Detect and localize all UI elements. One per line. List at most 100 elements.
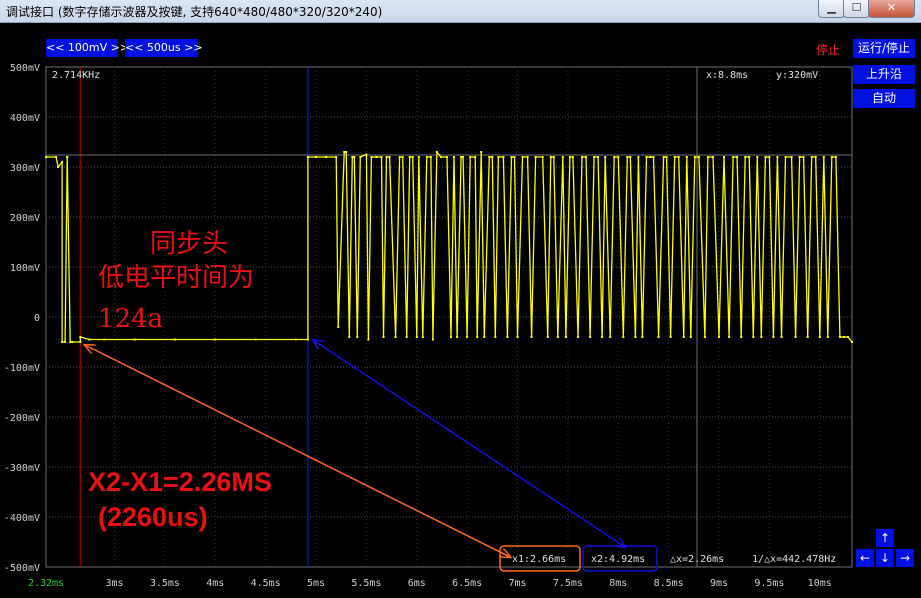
trace-point xyxy=(462,156,465,158)
trace-point xyxy=(439,156,442,158)
trace-point xyxy=(385,156,388,158)
trace-point xyxy=(814,156,817,158)
trace-point xyxy=(79,336,82,338)
trace-point xyxy=(847,336,849,338)
scope-screen[interactable]: 500mV 400mV 300mV 200mV 100mV 0 -100mV -200mV -3… xyxy=(0,23,921,598)
trace-point xyxy=(549,156,552,158)
trace-point xyxy=(657,336,660,338)
maximize-button[interactable]: ☐ xyxy=(843,0,870,18)
y-tick-label: 200mV xyxy=(10,213,40,224)
trace-point xyxy=(802,156,805,158)
trace-point xyxy=(476,336,479,338)
trace-point xyxy=(768,156,771,158)
trace-point xyxy=(776,156,779,158)
annotation-delta-us: (2260us) xyxy=(98,502,208,532)
trace-point xyxy=(784,156,787,158)
trace-point xyxy=(790,156,793,158)
delta-x-readout: △x=2.26ms xyxy=(670,554,724,565)
y-tick-label: 500mV xyxy=(10,63,40,74)
trace-point xyxy=(806,336,809,338)
trace-point xyxy=(64,341,67,343)
x-tick-label: 8.5ms xyxy=(654,578,684,589)
trace-point xyxy=(71,341,74,343)
trace-point xyxy=(343,151,346,153)
trace-point xyxy=(45,156,47,158)
trace-point xyxy=(294,338,297,341)
trace-point xyxy=(306,156,309,158)
trace-point xyxy=(830,156,833,158)
trace-point xyxy=(488,156,491,158)
trace-point xyxy=(356,336,359,338)
annotation-value: 124a xyxy=(98,304,163,334)
x-tick-label: 5.5ms xyxy=(351,578,381,589)
trace-point xyxy=(665,156,668,158)
trace-point xyxy=(450,336,452,338)
trace-point xyxy=(818,336,821,338)
trace-point xyxy=(697,156,700,158)
cursor-y-readout: y:320mV xyxy=(776,70,818,81)
trace-point xyxy=(411,156,414,158)
trace-point xyxy=(513,156,516,158)
x-tick-label: 5ms xyxy=(307,578,325,589)
frequency-readout: 2.714KHz xyxy=(52,70,100,81)
x-tick-label: 6ms xyxy=(408,578,426,589)
y-tick-label: 400mV xyxy=(10,113,40,124)
trace-point xyxy=(370,156,373,158)
annotation-delta-formula: X2-X1=2.26MS xyxy=(88,467,272,497)
trace-point xyxy=(604,156,607,158)
trace-point xyxy=(756,156,759,158)
trace-point xyxy=(388,156,391,158)
trace-point xyxy=(634,336,637,338)
trace-point xyxy=(617,156,620,158)
trace-point xyxy=(415,336,418,338)
trace-point xyxy=(526,156,529,158)
trace-point xyxy=(851,341,853,343)
trace-point xyxy=(353,156,356,158)
trace-point xyxy=(552,156,555,158)
trace-point xyxy=(728,336,731,338)
trace-point xyxy=(367,338,370,341)
trace-point xyxy=(780,336,783,338)
trace-point xyxy=(502,156,505,158)
annotation-sync-header: 同步头 xyxy=(150,229,228,259)
trace-point xyxy=(794,336,797,338)
x-tick-label: 3ms xyxy=(105,578,123,589)
close-button[interactable]: ✕ xyxy=(868,0,915,18)
trace-point xyxy=(214,338,217,341)
trace-point xyxy=(429,156,432,158)
trace-point xyxy=(456,336,459,338)
x2-readout: x2:4.92ms xyxy=(591,554,645,565)
trace-point xyxy=(521,156,524,158)
trace-point xyxy=(740,336,743,338)
trace-point xyxy=(561,156,564,158)
y-tick-label: -500mV xyxy=(4,563,40,574)
trace-point xyxy=(712,156,714,158)
trace-point xyxy=(564,336,567,338)
trace-point xyxy=(365,153,368,156)
trace-point xyxy=(348,336,351,338)
trace-point xyxy=(645,156,648,158)
trace-point xyxy=(685,156,688,158)
trace-point xyxy=(380,156,383,158)
trace-point xyxy=(174,338,176,341)
trace-point xyxy=(689,336,692,338)
trace-point xyxy=(401,156,404,158)
trace-point xyxy=(55,156,58,158)
trace-point xyxy=(541,156,544,158)
trace-point xyxy=(534,156,537,158)
trace-point xyxy=(480,151,483,153)
annotation-low-duration: 低电平时间为 xyxy=(98,263,254,293)
trace-point xyxy=(88,338,91,341)
x-tick-label: 7.5ms xyxy=(553,578,583,589)
trace-point xyxy=(417,156,420,158)
trace-point xyxy=(516,336,519,338)
x1-readout: x1:2.66ms xyxy=(512,554,566,565)
y-tick-label: -400mV xyxy=(4,513,40,524)
x-tick-label: 4ms xyxy=(206,578,224,589)
trace-point xyxy=(834,156,837,158)
trace-point xyxy=(772,336,775,338)
trace-point xyxy=(706,156,709,158)
trace-point xyxy=(375,156,378,158)
trace-point xyxy=(546,336,549,338)
minimize-button[interactable]: ▁ xyxy=(818,0,845,18)
